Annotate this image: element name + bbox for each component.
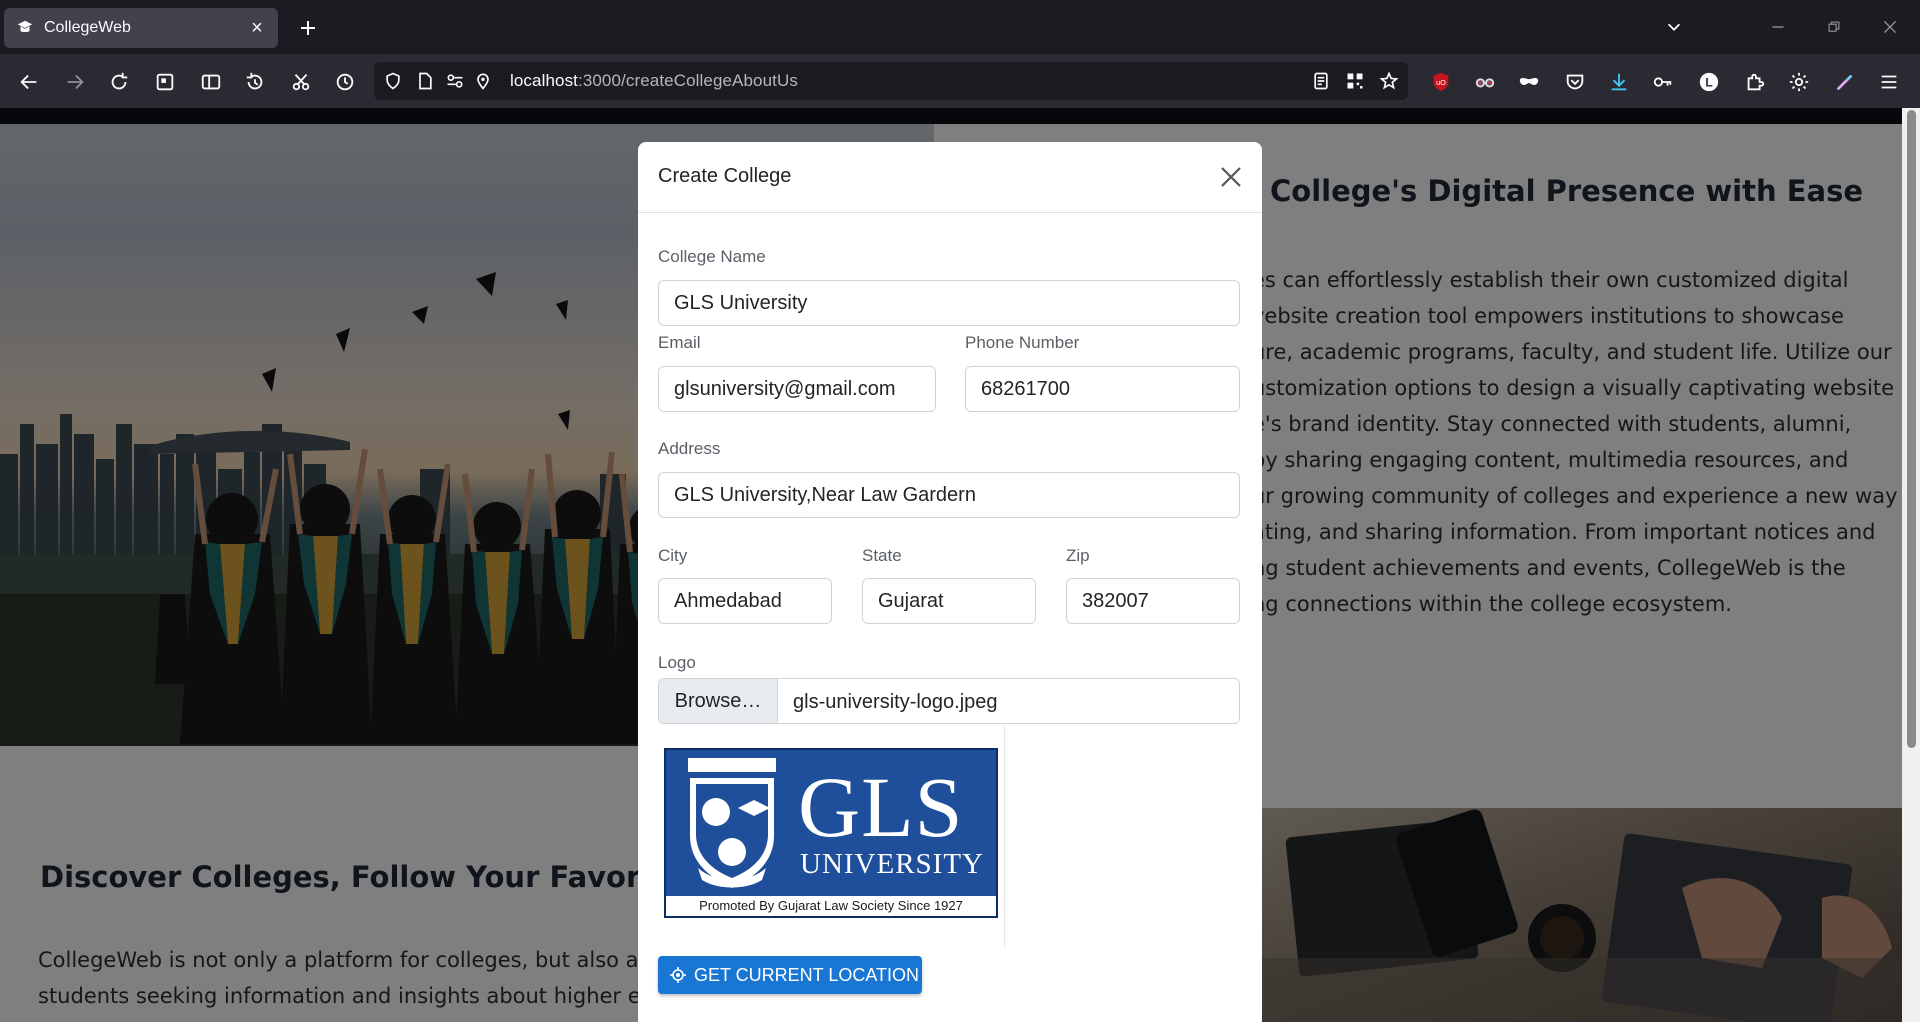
url-host: localhost (510, 71, 578, 90)
college-name-input[interactable] (658, 280, 1240, 326)
zip-input[interactable] (1066, 578, 1240, 624)
modal-title: Create College (658, 165, 792, 187)
logo-preview-frame: GLS UNIVERSITY Promoted By Gujarat Law S… (658, 726, 1005, 948)
reload-icon[interactable] (104, 67, 134, 97)
college-favicon-icon (16, 19, 34, 37)
clock-icon[interactable] (330, 67, 360, 97)
private-mask-icon[interactable] (1514, 67, 1544, 97)
pocket-icon[interactable] (1560, 67, 1590, 97)
create-college-modal: Create College College Name Email Phone … (638, 142, 1262, 1022)
selected-file-name: gls-university-logo.jpeg (793, 691, 998, 713)
color-picker-icon[interactable] (1830, 67, 1860, 97)
email-input[interactable] (658, 366, 936, 412)
browse-button[interactable]: Browse… (659, 679, 778, 723)
page-viewport: College's Digital Presence with Ease es … (0, 108, 1902, 1022)
ublock-origin-icon[interactable]: uO (1426, 67, 1456, 97)
browser-tab-strip: CollegeWeb × (0, 0, 1920, 54)
state-label: State (862, 546, 902, 565)
get-current-location-label: GET CURRENT LOCATION (694, 964, 920, 985)
bookmark-star-icon[interactable] (1378, 70, 1400, 92)
get-current-location-button[interactable]: GET CURRENT LOCATION (658, 956, 922, 994)
extensions-puzzle-icon[interactable] (1740, 67, 1770, 97)
page-scrollbar[interactable] (1902, 108, 1920, 1022)
password-key-icon[interactable] (1648, 67, 1678, 97)
back-arrow-icon[interactable] (14, 67, 44, 97)
qr-code-icon[interactable] (1344, 70, 1366, 92)
modal-header: Create College (638, 142, 1262, 213)
download-icon[interactable] (1604, 67, 1634, 97)
city-input[interactable] (658, 578, 832, 624)
tab-close-icon[interactable]: × (246, 17, 268, 39)
logo-text-gls: GLS (798, 759, 964, 855)
phone-number-label: Phone Number (965, 333, 1080, 352)
screenshot-icon[interactable] (150, 67, 180, 97)
tracking-shield-icon[interactable] (382, 70, 404, 92)
browser-tab[interactable]: CollegeWeb × (4, 8, 278, 48)
svg-text:uO: uO (1436, 78, 1446, 87)
city-label: City (658, 546, 688, 565)
new-tab-plus-icon[interactable] (294, 14, 322, 42)
extension-scissors-icon[interactable] (286, 67, 316, 97)
account-l-icon[interactable]: L (1694, 67, 1724, 97)
history-back-icon[interactable] (240, 67, 270, 97)
permissions-icon[interactable] (444, 70, 466, 92)
sidebar-icon[interactable] (196, 67, 226, 97)
tab-title: CollegeWeb (44, 19, 131, 36)
university-shield-icon (688, 758, 776, 888)
logo-text-promoted: Promoted By Gujarat Law Society Since 19… (666, 896, 996, 916)
address-input[interactable] (658, 472, 1240, 518)
logo-file-input[interactable]: Browse… gls-university-logo.jpeg (658, 678, 1240, 724)
zip-label: Zip (1066, 546, 1090, 565)
email-label: Email (658, 333, 701, 352)
restore-icon[interactable] (1818, 12, 1850, 42)
gls-university-logo: GLS UNIVERSITY Promoted By Gujarat Law S… (664, 748, 998, 918)
logo-label: Logo (658, 653, 696, 672)
url-text[interactable]: localhost:3000/createCollegeAboutUs (510, 71, 798, 91)
glasses-extension-icon[interactable] (1470, 67, 1500, 97)
page-info-icon[interactable] (414, 70, 436, 92)
college-name-label: College Name (658, 247, 766, 266)
logo-text-university: UNIVERSITY (800, 848, 984, 880)
state-input[interactable] (862, 578, 1036, 624)
app-menu-hamburger-icon[interactable] (1874, 67, 1904, 97)
scrollbar-thumb[interactable] (1907, 110, 1916, 748)
browser-toolbar: localhost:3000/createCollegeAboutUs uO L (0, 54, 1920, 108)
close-icon[interactable] (1216, 162, 1246, 192)
svg-text:L: L (1705, 76, 1712, 90)
phone-number-input[interactable] (965, 366, 1240, 412)
close-window-icon[interactable] (1874, 12, 1906, 42)
list-all-tabs-chevron-icon[interactable] (1658, 12, 1690, 42)
url-path: :3000/createCollegeAboutUs (578, 71, 798, 90)
reader-view-icon[interactable] (1310, 70, 1332, 92)
minimize-icon[interactable] (1762, 12, 1794, 42)
address-bar[interactable]: localhost:3000/createCollegeAboutUs (374, 62, 1408, 100)
forward-arrow-icon[interactable] (60, 67, 90, 97)
settings-gear-icon[interactable] (1784, 67, 1814, 97)
location-pin-icon[interactable] (472, 70, 494, 92)
crosshair-location-icon (670, 967, 686, 983)
address-label: Address (658, 439, 721, 458)
